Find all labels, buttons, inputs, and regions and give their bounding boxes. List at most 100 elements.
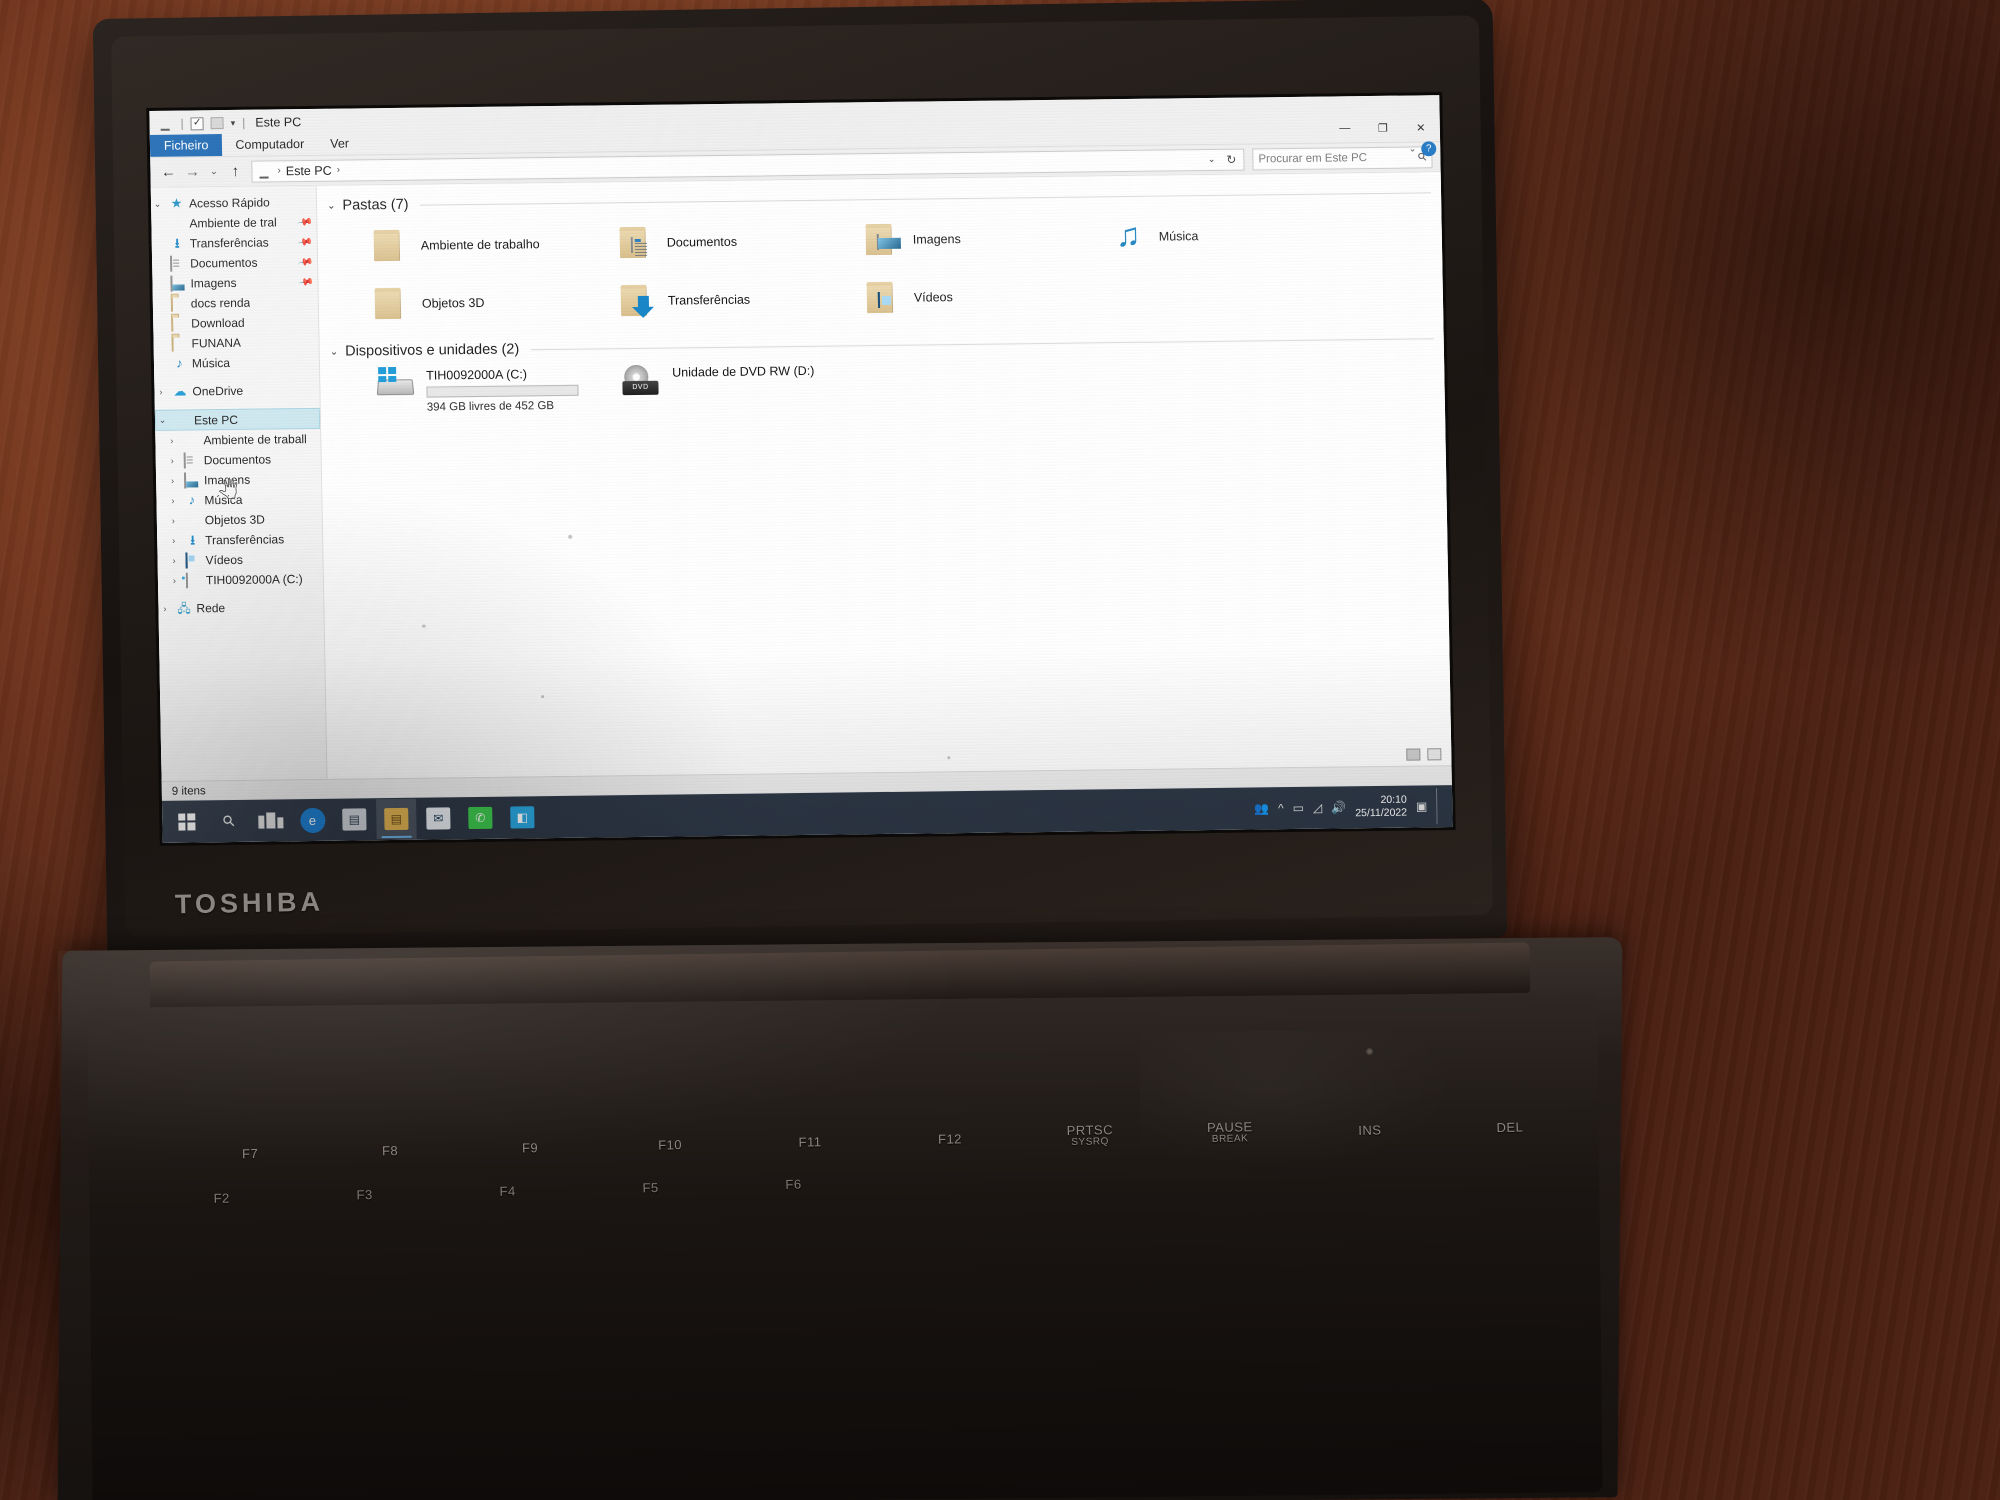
- sidebar-item-rede[interactable]: › 🖧 Rede: [158, 597, 323, 619]
- sidebar-item-acesso-rapido[interactable]: ⌄ ★ Acesso Rápido: [151, 192, 316, 214]
- maximize-button[interactable]: ❐: [1364, 117, 1402, 139]
- taskbar-app-extra[interactable]: ◧: [502, 797, 543, 837]
- system-tray[interactable]: 👥 ^ ▭ ◿ 🔊 20:10 25/11/2022 ▣: [1254, 788, 1449, 826]
- tab-ficheiro[interactable]: Ficheiro: [149, 134, 223, 157]
- chevron-down-icon[interactable]: ⌄: [1409, 143, 1417, 154]
- chevron-down-icon[interactable]: ⌄: [156, 415, 169, 426]
- new-folder-icon[interactable]: [210, 117, 224, 130]
- chevron-right-icon[interactable]: ›: [167, 536, 180, 546]
- sidebar-item-pc-objetos3d[interactable]: › Objetos 3D: [157, 509, 322, 531]
- address-dropdown-icon[interactable]: ⌄: [1205, 154, 1219, 165]
- breadcrumb-separator-1[interactable]: ›: [337, 165, 341, 176]
- chevron-right-icon[interactable]: ›: [166, 456, 179, 466]
- key-f10[interactable]: F10: [600, 1135, 740, 1153]
- chevron-right-icon[interactable]: ›: [167, 516, 180, 526]
- key-f8[interactable]: F8: [320, 1141, 460, 1159]
- volume-icon[interactable]: 🔊: [1331, 800, 1346, 814]
- list-item-videos[interactable]: Vídeos: [820, 267, 1067, 328]
- list-item-ambiente-de-trabalho[interactable]: Ambiente de trabalho: [327, 215, 574, 276]
- sidebar-item-pc-documentos[interactable]: › Documentos: [156, 449, 321, 471]
- network-icon[interactable]: ◿: [1313, 801, 1322, 815]
- large-icons-view-icon[interactable]: [1427, 748, 1442, 761]
- list-item-transferencias[interactable]: Transferências: [574, 270, 821, 331]
- content-pane[interactable]: ⌄ Pastas (7) Ambiente de trabalho Docume…: [316, 172, 1452, 779]
- start-button[interactable]: [166, 801, 207, 841]
- search-field[interactable]: [1258, 150, 1415, 165]
- chevron-up-icon[interactable]: ^: [1278, 801, 1284, 815]
- sidebar-item-pc-ambiente[interactable]: › Ambiente de traball: [155, 429, 320, 451]
- list-item-objetos-3d[interactable]: Objetos 3D: [328, 273, 575, 334]
- key-f11[interactable]: F11: [740, 1133, 880, 1151]
- sidebar-item-funana[interactable]: FUNANA: [153, 332, 318, 354]
- chevron-right-icon[interactable]: ›: [165, 436, 178, 446]
- list-item-imagens[interactable]: Imagens: [819, 209, 1066, 270]
- chevron-right-icon[interactable]: ›: [166, 496, 179, 506]
- list-item-drive-c[interactable]: TIH0092000A (C:) 394 GB livres de 452 GB: [330, 361, 579, 422]
- sidebar-item-este-pc[interactable]: ⌄ Este PC: [154, 407, 321, 431]
- details-view-icon[interactable]: [1406, 748, 1421, 761]
- tab-computador[interactable]: Computador: [222, 133, 317, 156]
- forward-button[interactable]: →: [182, 161, 202, 183]
- key-f6[interactable]: F6: [722, 1175, 865, 1193]
- chevron-right-icon[interactable]: ›: [154, 387, 167, 397]
- chevron-down-icon[interactable]: ▾: [231, 117, 236, 128]
- key-f7[interactable]: F7: [180, 1144, 320, 1162]
- sidebar-item-pc-drive-c[interactable]: › TIH0092000A (C:): [158, 569, 323, 591]
- key-f12[interactable]: F12: [880, 1130, 1020, 1148]
- list-item-drive-d[interactable]: DVD Unidade de DVD RW (D:): [576, 358, 823, 419]
- tab-ver[interactable]: Ver: [317, 132, 362, 155]
- taskbar-search-button[interactable]: ⚲: [208, 801, 249, 841]
- pin-icon[interactable]: 📌: [297, 274, 313, 290]
- chevron-down-icon[interactable]: ⌄: [330, 346, 339, 357]
- up-button[interactable]: ↑: [225, 160, 245, 182]
- taskbar-app-file-explorer[interactable]: ▤: [375, 798, 417, 840]
- close-button[interactable]: ✕: [1402, 116, 1440, 138]
- properties-checkbox-icon[interactable]: ✓: [190, 116, 204, 130]
- sidebar-item-pc-transferencias[interactable]: › ⭳ Transferências: [157, 529, 322, 551]
- sidebar-item-transferencias[interactable]: ⭳ Transferências 📌: [152, 232, 317, 254]
- people-icon[interactable]: 👥: [1254, 801, 1269, 815]
- navigation-pane[interactable]: ⌄ ★ Acesso Rápido Ambiente de tral 📌 ⭳ T…: [150, 185, 328, 781]
- chevron-right-icon[interactable]: ›: [166, 476, 179, 486]
- recent-locations-button[interactable]: ⌄: [206, 161, 221, 183]
- chevron-down-icon[interactable]: ⌄: [151, 198, 164, 209]
- sidebar-item-docs-renda[interactable]: docs renda: [153, 292, 318, 314]
- sidebar-item-documentos[interactable]: Documentos 📌: [152, 252, 317, 274]
- sidebar-item-pc-videos[interactable]: › Vídeos: [157, 549, 322, 571]
- sidebar-item-onedrive[interactable]: › ☁ OneDrive: [154, 380, 319, 402]
- pin-icon[interactable]: 📌: [296, 234, 312, 250]
- sidebar-item-imagens[interactable]: Imagens 📌: [152, 272, 317, 294]
- key-del[interactable]: DEL: [1440, 1118, 1580, 1136]
- taskbar-app-whatsapp[interactable]: ✆: [460, 798, 501, 838]
- back-button[interactable]: ←: [158, 161, 178, 183]
- chevron-right-icon[interactable]: ›: [158, 604, 171, 614]
- battery-icon[interactable]: ▭: [1293, 801, 1305, 815]
- key-f2[interactable]: F2: [150, 1188, 293, 1206]
- chevron-right-icon[interactable]: ›: [168, 576, 181, 586]
- refresh-icon[interactable]: ↻: [1223, 152, 1239, 166]
- minimize-button[interactable]: —: [1326, 117, 1364, 139]
- list-item-musica[interactable]: ♫ Música: [1065, 206, 1312, 267]
- chevron-down-icon[interactable]: ⌄: [327, 200, 336, 211]
- view-switch-buttons[interactable]: [1406, 748, 1442, 761]
- sidebar-item-download[interactable]: Download: [153, 312, 318, 334]
- key-f3[interactable]: F3: [293, 1185, 436, 1203]
- key-pause[interactable]: PAUSE BREAK: [1160, 1118, 1301, 1146]
- key-f5[interactable]: F5: [579, 1178, 722, 1196]
- help-icon[interactable]: ?: [1421, 141, 1437, 157]
- pin-icon[interactable]: 📌: [297, 254, 313, 270]
- notification-icon[interactable]: ▣: [1416, 799, 1428, 813]
- key-f4[interactable]: F4: [436, 1181, 579, 1199]
- key-ins[interactable]: INS: [1300, 1121, 1440, 1139]
- show-desktop-button[interactable]: [1435, 788, 1443, 825]
- taskbar-app-mail[interactable]: ✉: [418, 798, 459, 838]
- pin-icon[interactable]: 📌: [296, 214, 312, 230]
- task-view-button[interactable]: [250, 800, 291, 840]
- key-prtsc[interactable]: PRTSC SYSRQ: [1020, 1121, 1161, 1149]
- breadcrumb-item-este-pc[interactable]: Este PC: [286, 163, 332, 178]
- list-item-documentos[interactable]: Documentos: [573, 212, 820, 273]
- sidebar-item-musica[interactable]: ♪ Música: [154, 352, 319, 374]
- key-f9[interactable]: F9: [460, 1138, 600, 1156]
- chevron-right-icon[interactable]: ›: [167, 556, 180, 566]
- sidebar-item-ambiente-de-trabalho[interactable]: Ambiente de tral 📌: [151, 212, 316, 234]
